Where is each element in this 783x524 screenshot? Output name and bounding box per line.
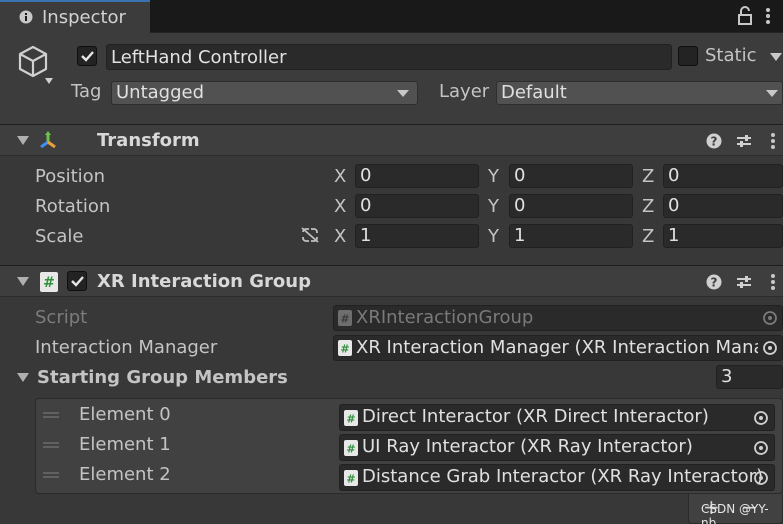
checkmark-icon <box>81 51 94 62</box>
element-value: UI Ray Interactor (XR Ray Interactor) <box>362 436 693 457</box>
svg-text:#: # <box>346 413 355 426</box>
axis-x-label: X <box>334 196 347 217</box>
object-picker-icon[interactable] <box>749 466 773 490</box>
static-label: Static <box>705 45 757 66</box>
svg-text:#: # <box>43 275 55 291</box>
script-icon: # <box>344 470 358 486</box>
svg-text:#: # <box>346 473 355 486</box>
element-value: Direct Interactor (XR Direct Interactor) <box>362 406 709 427</box>
gameobject-name-input[interactable]: LeftHand Controller <box>106 44 672 70</box>
object-picker-icon <box>763 311 777 325</box>
script-label: Script <box>35 307 88 328</box>
interaction-manager-value: XR Interaction Manager (XR Interaction M… <box>356 337 776 358</box>
rotation-y-field[interactable]: 0 <box>509 194 633 218</box>
starting-group-members-label[interactable]: Starting Group Members <box>37 367 288 388</box>
constrain-proportions-icon[interactable] <box>300 227 320 243</box>
script-icon: # <box>338 340 352 356</box>
axis-y-label: Y <box>488 196 499 217</box>
axis-x-label: X <box>334 226 347 247</box>
chevron-down-icon <box>397 90 409 97</box>
help-icon[interactable]: ? <box>706 274 722 290</box>
transform-axes-icon <box>40 131 56 149</box>
tab-inspector[interactable]: Inspector <box>0 0 150 33</box>
object-picker-icon[interactable] <box>758 336 782 360</box>
interaction-manager-label: Interaction Manager <box>35 337 218 358</box>
rotation-z-field[interactable]: 0 <box>663 194 783 218</box>
scale-x-field[interactable]: 1 <box>355 224 479 248</box>
layer-label: Layer <box>439 81 490 102</box>
help-icon[interactable]: ? <box>706 133 722 149</box>
lock-icon[interactable] <box>737 6 753 26</box>
presets-icon[interactable] <box>736 274 752 290</box>
element-label: Element 2 <box>79 464 171 485</box>
position-y-field[interactable]: 0 <box>509 164 633 188</box>
element-value: Distance Grab Interactor (XR Ray Interac… <box>362 466 764 487</box>
chevron-down-icon[interactable] <box>770 52 782 62</box>
array-size-field[interactable]: 3 <box>716 365 783 389</box>
axis-z-label: Z <box>642 196 655 217</box>
watermark: CSDN @YY-nb <box>701 502 769 524</box>
position-x-field[interactable]: 0 <box>355 164 479 188</box>
active-checkbox[interactable] <box>77 46 97 66</box>
info-icon <box>19 10 33 24</box>
foldout-arrow-icon[interactable] <box>17 277 29 287</box>
foldout-arrow-icon[interactable] <box>17 136 29 146</box>
element-2-field[interactable]: # Distance Grab Interactor (XR Ray Inter… <box>339 464 775 491</box>
chevron-down-icon <box>766 90 778 97</box>
element-0-field[interactable]: # Direct Interactor (XR Direct Interacto… <box>339 404 775 431</box>
rotation-x-field[interactable]: 0 <box>355 194 479 218</box>
static-checkbox[interactable] <box>678 46 698 66</box>
svg-text:?: ? <box>711 276 718 290</box>
tab-label: Inspector <box>42 7 126 28</box>
svg-text:?: ? <box>711 135 718 149</box>
axis-y-label: Y <box>488 226 499 247</box>
checkmark-icon <box>71 276 84 287</box>
component-enabled-checkbox[interactable] <box>67 271 87 291</box>
script-value: XRInteractionGroup <box>356 307 534 328</box>
drag-handle-icon[interactable] <box>43 412 59 418</box>
tag-dropdown[interactable]: Untagged <box>111 81 418 105</box>
axis-y-label: Y <box>488 166 499 187</box>
gameobject-cube-icon[interactable] <box>17 43 53 87</box>
axis-z-label: Z <box>642 226 655 247</box>
svg-text:#: # <box>340 313 349 326</box>
xr-group-header[interactable]: # XR Interaction Group ? <box>0 265 783 297</box>
transform-title: Transform <box>97 130 200 151</box>
element-label: Element 0 <box>79 404 171 425</box>
drag-handle-icon[interactable] <box>43 442 59 448</box>
foldout-arrow-icon[interactable] <box>17 373 29 383</box>
drag-handle-icon[interactable] <box>43 472 59 478</box>
tag-label: Tag <box>71 81 102 102</box>
element-label: Element 1 <box>79 434 171 455</box>
axis-x-label: X <box>334 166 347 187</box>
presets-icon[interactable] <box>736 133 752 149</box>
kebab-menu-icon[interactable] <box>770 132 776 150</box>
script-icon: # <box>344 410 358 426</box>
script-field: # XRInteractionGroup <box>333 305 783 331</box>
script-icon: # <box>338 310 352 326</box>
tab-bar: Inspector <box>0 0 783 33</box>
kebab-menu-icon[interactable] <box>765 7 771 25</box>
position-z-field[interactable]: 0 <box>663 164 783 188</box>
tag-value: Untagged <box>116 82 205 103</box>
layer-value: Default <box>501 82 567 103</box>
transform-header[interactable]: Transform ? <box>0 124 783 156</box>
layer-dropdown[interactable]: Default <box>496 81 783 105</box>
script-icon: # <box>40 272 58 292</box>
svg-text:#: # <box>340 343 349 356</box>
axis-z-label: Z <box>642 166 655 187</box>
kebab-menu-icon[interactable] <box>770 273 776 291</box>
rotation-label: Rotation <box>35 196 111 217</box>
scale-z-field[interactable]: 1 <box>663 224 783 248</box>
object-picker-icon[interactable] <box>749 406 773 430</box>
script-icon: # <box>344 440 358 456</box>
interaction-manager-field[interactable]: # XR Interaction Manager (XR Interaction… <box>333 335 783 361</box>
svg-text:#: # <box>346 443 355 456</box>
position-label: Position <box>35 166 106 187</box>
xr-group-title: XR Interaction Group <box>97 271 311 292</box>
element-1-field[interactable]: # UI Ray Interactor (XR Ray Interactor) <box>339 434 775 461</box>
object-picker-icon[interactable] <box>749 436 773 460</box>
scale-label: Scale <box>35 226 84 247</box>
scale-y-field[interactable]: 1 <box>509 224 633 248</box>
